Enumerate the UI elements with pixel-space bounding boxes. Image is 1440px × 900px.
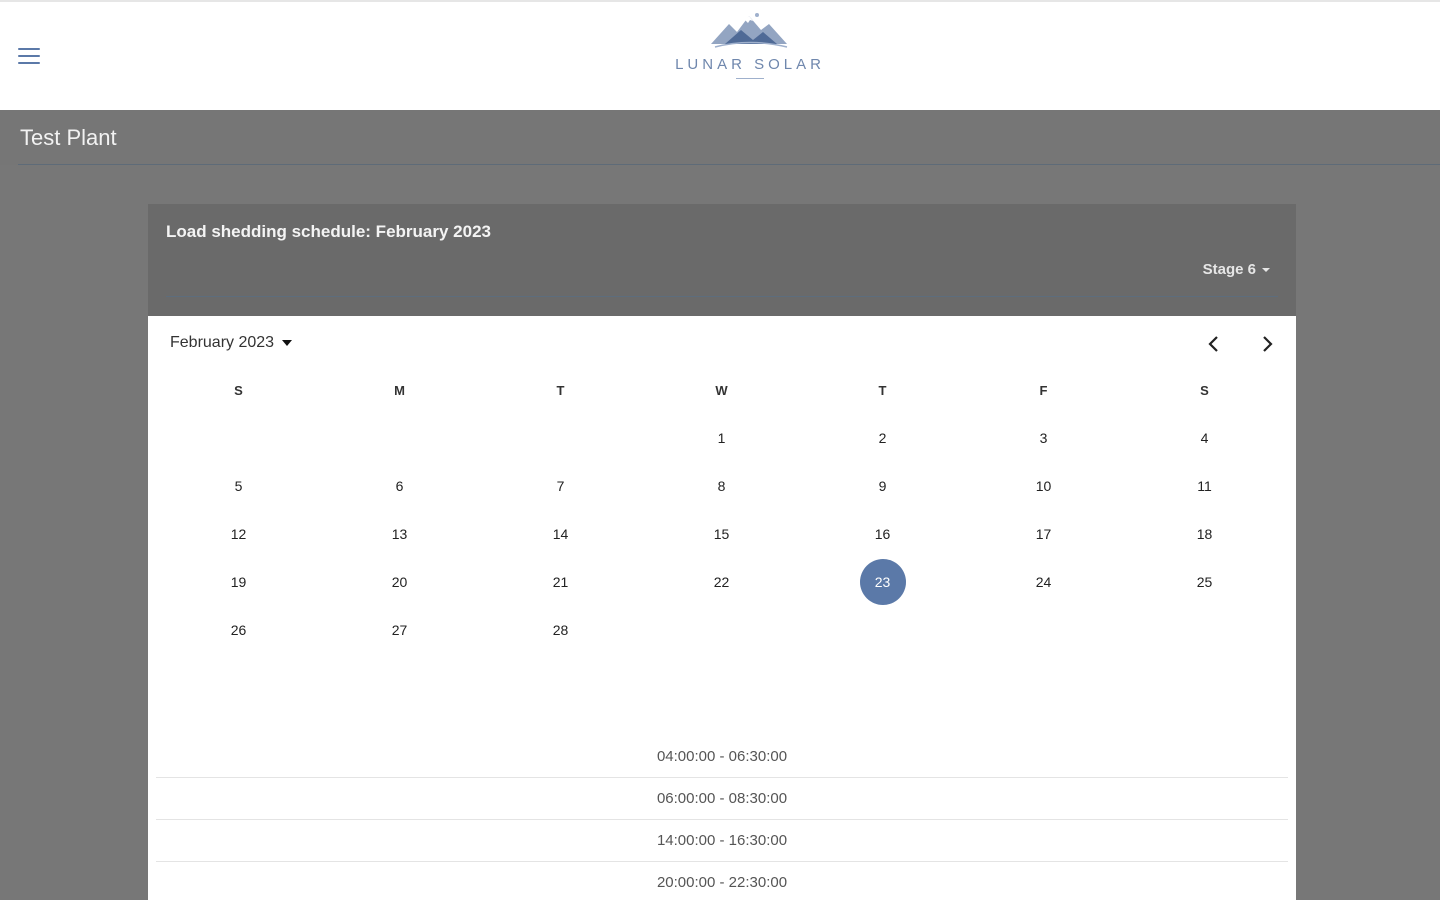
time-slot: 04:00:00 - 06:30:00 <box>156 736 1288 778</box>
calendar-day[interactable]: 4 <box>1182 415 1228 461</box>
calendar-day-cell: 2 <box>802 414 963 462</box>
schedule-card-header: Load shedding schedule: February 2023 St… <box>148 204 1296 316</box>
top-app-bar: LUNAR SOLAR <box>0 0 1440 110</box>
chevron-right-icon <box>1263 336 1273 352</box>
calendar-day-cell: 5 <box>158 462 319 510</box>
calendar-day-cell: 18 <box>1124 510 1285 558</box>
time-slot-list: 04:00:00 - 06:30:00 06:00:00 - 08:30:00 … <box>156 736 1288 900</box>
month-year-selector[interactable]: February 2023 <box>170 334 293 352</box>
calendar-day[interactable]: 18 <box>1182 511 1228 557</box>
calendar-day[interactable]: 14 <box>538 511 584 557</box>
page-title: Test Plant <box>20 125 117 150</box>
weekday-header: T <box>556 382 565 398</box>
calendar-day[interactable]: 17 <box>1021 511 1067 557</box>
calendar-empty-cell <box>319 414 480 462</box>
calendar-day-cell: 15 <box>641 510 802 558</box>
calendar-empty-cell <box>963 606 1124 654</box>
calendar-day[interactable]: 2 <box>860 415 906 461</box>
calendar-day[interactable]: 11 <box>1182 463 1228 509</box>
calendar-day-cell: 19 <box>158 558 319 606</box>
brand-logo: LUNAR SOLAR <box>660 10 840 100</box>
calendar-day-cell: 1 <box>641 414 802 462</box>
calendar-day-cell: 16 <box>802 510 963 558</box>
calendar-day[interactable]: 13 <box>377 511 423 557</box>
calendar-day[interactable]: 21 <box>538 559 584 605</box>
logo-divider <box>736 78 764 79</box>
calendar-empty-cell <box>158 414 319 462</box>
weekday-header: W <box>715 382 728 398</box>
time-slot: 06:00:00 - 08:30:00 <box>156 778 1288 820</box>
calendar-day[interactable]: 1 <box>699 415 745 461</box>
calendar-day-cell: 25 <box>1124 558 1285 606</box>
calendar-day-cell: 3 <box>963 414 1124 462</box>
calendar-day[interactable]: 27 <box>377 607 423 653</box>
calendar-day-cell: 21 <box>480 558 641 606</box>
calendar-empty-cell <box>1124 606 1285 654</box>
weekday-header: S <box>234 382 243 398</box>
calendar-day-cell: 7 <box>480 462 641 510</box>
stage-select-value: Stage 6 <box>1202 261 1256 278</box>
mountain-logo-icon <box>711 13 788 48</box>
card-divider <box>166 296 1278 297</box>
calendar-grid: S M T W T F S 1 2 3 4 5 6 7 8 9 10 11 12 13 14 15 16 17 1… <box>158 366 1286 654</box>
calendar-day[interactable]: 22 <box>699 559 745 605</box>
calendar-day-cell: 22 <box>641 558 802 606</box>
calendar-empty-cell <box>480 414 641 462</box>
calendar-day[interactable]: 9 <box>860 463 906 509</box>
calendar-day-cell: 11 <box>1124 462 1285 510</box>
calendar-day-cell: 17 <box>963 510 1124 558</box>
calendar-day-cell: 8 <box>641 462 802 510</box>
calendar-day[interactable]: 16 <box>860 511 906 557</box>
calendar-day[interactable]: 12 <box>216 511 262 557</box>
caret-down-icon <box>282 340 293 346</box>
calendar-day[interactable]: 3 <box>1021 415 1067 461</box>
calendar-day-cell: 6 <box>319 462 480 510</box>
calendar-day-cell: 28 <box>480 606 641 654</box>
calendar-day-cell: 23 <box>802 558 963 606</box>
calendar-day-cell: 4 <box>1124 414 1285 462</box>
calendar-day-cell: 24 <box>963 558 1124 606</box>
calendar-day-cell: 26 <box>158 606 319 654</box>
calendar-day[interactable]: 8 <box>699 463 745 509</box>
calendar-day-cell: 20 <box>319 558 480 606</box>
calendar-empty-cell <box>641 606 802 654</box>
calendar-day[interactable]: 28 <box>538 607 584 653</box>
calendar-day[interactable]: 26 <box>216 607 262 653</box>
calendar-empty-cell <box>802 606 963 654</box>
weekday-header: F <box>1039 382 1048 398</box>
weekday-header: T <box>878 382 887 398</box>
calendar-day-cell: 10 <box>963 462 1124 510</box>
calendar-day-cell: 9 <box>802 462 963 510</box>
next-month-button[interactable] <box>1255 332 1279 356</box>
selected-day[interactable]: 23 <box>859 559 906 605</box>
calendar-day-cell: 14 <box>480 510 641 558</box>
calendar-day[interactable]: 25 <box>1182 559 1228 605</box>
calendar-day[interactable]: 10 <box>1021 463 1067 509</box>
calendar-day[interactable]: 19 <box>216 559 262 605</box>
chevron-left-icon <box>1208 336 1218 352</box>
stage-select[interactable]: Stage 6 <box>1203 261 1270 278</box>
logo-wordmark: LUNAR SOLAR <box>675 56 825 73</box>
calendar-day[interactable]: 7 <box>538 463 584 509</box>
time-slot: 14:00:00 - 16:30:00 <box>156 820 1288 862</box>
calendar-day[interactable]: 24 <box>1021 559 1067 605</box>
calendar-day[interactable]: 15 <box>699 511 745 557</box>
calendar-day-cell: 12 <box>158 510 319 558</box>
time-slot: 20:00:00 - 22:30:00 <box>156 862 1288 900</box>
chevron-down-icon <box>1262 267 1270 272</box>
calendar-day[interactable]: 5 <box>216 463 262 509</box>
calendar-day[interactable]: 20 <box>377 559 423 605</box>
plant-divider <box>18 164 1440 165</box>
weekday-header: M <box>394 382 405 398</box>
hamburger-menu-icon[interactable] <box>18 48 40 66</box>
schedule-title: Load shedding schedule: February 2023 <box>166 222 491 241</box>
calendar-day-cell: 13 <box>319 510 480 558</box>
date-picker-calendar: February 2023 S M T W T F S 1 2 3 4 5 6 7 8 9 10 1… <box>148 316 1296 900</box>
weekday-header: S <box>1200 382 1209 398</box>
month-year-label: February 2023 <box>170 334 275 351</box>
plant-header-bar <box>0 110 1440 165</box>
previous-month-button[interactable] <box>1202 332 1226 356</box>
calendar-day-cell: 27 <box>319 606 480 654</box>
calendar-day[interactable]: 6 <box>377 463 423 509</box>
